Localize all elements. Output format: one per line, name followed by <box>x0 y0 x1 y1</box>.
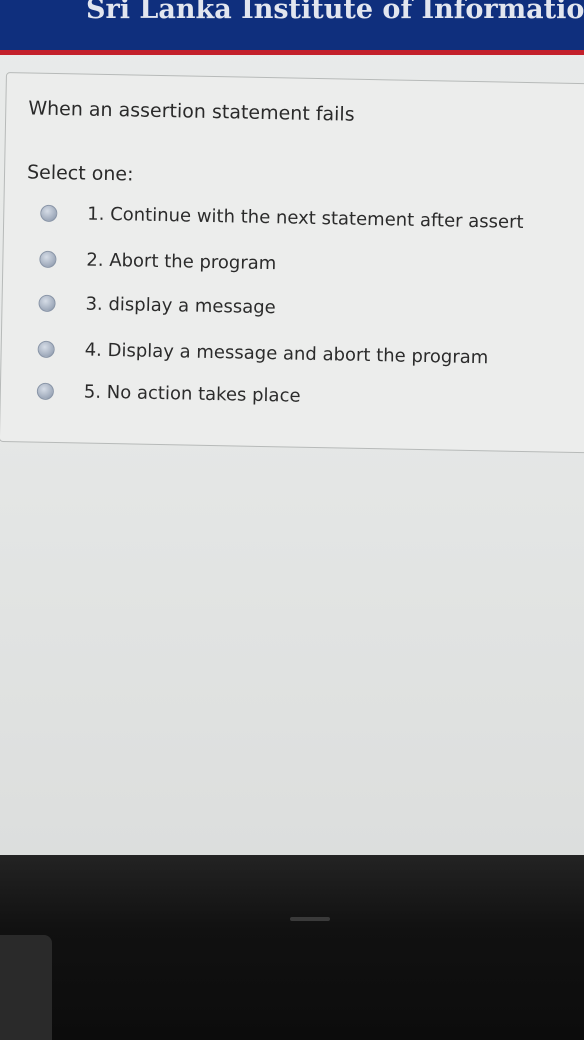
bezel-logo-strip <box>290 917 330 921</box>
radio-button-icon[interactable] <box>36 382 55 400</box>
answer-option-5[interactable]: 5. No action takes place <box>36 378 301 409</box>
monitor-bezel <box>0 855 584 1040</box>
answer-option-2[interactable]: 2. Abort the program <box>39 246 277 277</box>
answer-label: 5. No action takes place <box>83 381 301 407</box>
answer-option-1[interactable]: 1. Continue with the next statement afte… <box>40 200 524 235</box>
answer-option-4[interactable]: 4. Display a message and abort the progr… <box>37 336 488 371</box>
answer-label: 3. display a message <box>85 293 276 318</box>
answer-label: 2. Abort the program <box>86 249 277 274</box>
radio-button-icon[interactable] <box>37 340 55 358</box>
desk-object <box>0 935 52 1040</box>
question-card: When an assertion statement fails Select… <box>0 72 584 454</box>
radio-button-icon[interactable] <box>39 250 57 268</box>
photo-screen: Sri Lanka Institute of Information T Whe… <box>0 0 584 860</box>
radio-button-icon[interactable] <box>38 294 56 312</box>
question-text: When an assertion statement fails <box>28 97 355 126</box>
answer-option-3[interactable]: 3. display a message <box>38 290 276 321</box>
site-banner: Sri Lanka Institute of Information T <box>0 0 584 55</box>
answer-label: 4. Display a message and abort the progr… <box>84 339 489 368</box>
radio-button-icon[interactable] <box>40 204 58 222</box>
answer-label: 1. Continue with the next statement afte… <box>87 203 524 233</box>
select-one-label: Select one: <box>26 161 134 186</box>
site-title: Sri Lanka Institute of Information T <box>86 0 584 25</box>
